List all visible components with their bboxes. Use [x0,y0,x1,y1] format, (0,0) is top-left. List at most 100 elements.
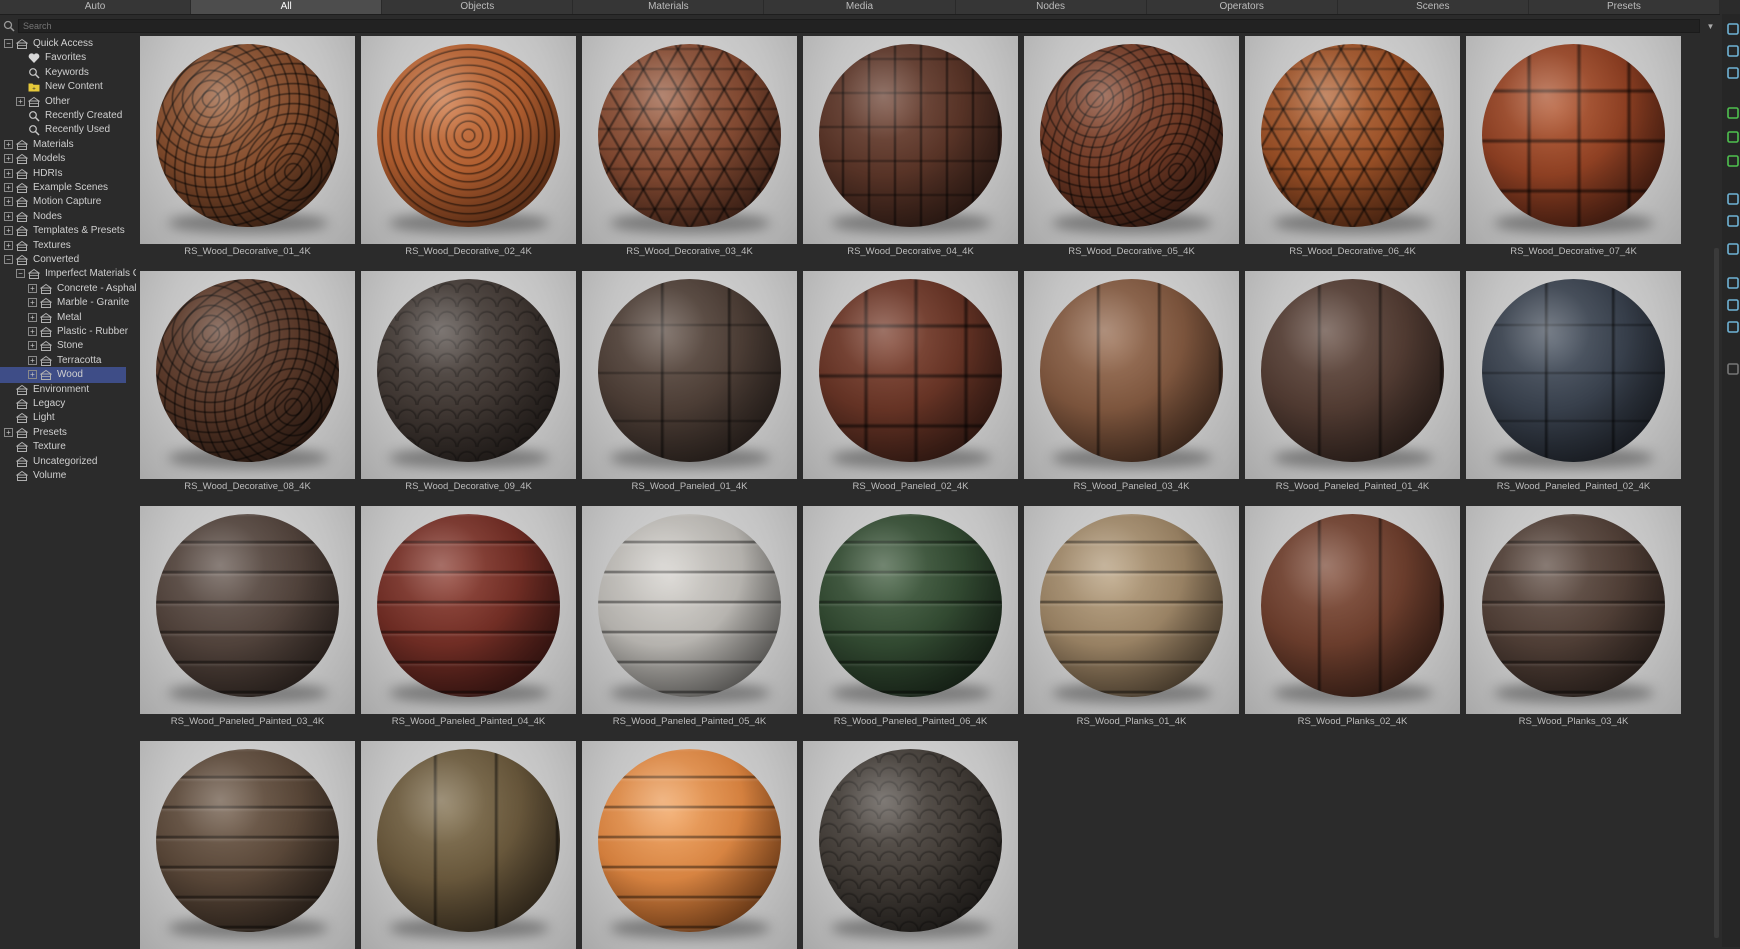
expand-icon[interactable]: + [4,168,13,178]
material-preview[interactable] [803,271,1018,479]
material-preview[interactable] [1466,271,1681,479]
library-icon [39,340,53,352]
pen-icon[interactable] [1726,192,1740,206]
frame-icon[interactable] [1726,214,1740,228]
material-preview[interactable] [582,36,797,244]
expand-icon[interactable]: + [28,327,37,336]
collapse-icon[interactable]: − [16,269,25,279]
expand-icon[interactable]: + [4,139,13,149]
material-sphere [819,279,1002,462]
expand-icon[interactable]: + [4,211,13,221]
material-preview[interactable] [361,741,576,949]
search-icon[interactable] [3,20,15,32]
material-sphere [1482,514,1665,697]
material-sphere [819,44,1002,227]
circle-icon[interactable] [1726,362,1740,376]
material-name: RS_Wood_Decorative_07_4K [1510,246,1637,257]
text-icon[interactable] [1726,66,1740,80]
collapse-icon[interactable]: − [4,255,13,264]
expand-icon[interactable]: + [4,427,13,437]
expand-icon[interactable]: + [28,355,37,365]
expand-icon[interactable]: + [28,370,37,380]
library-icon [27,268,41,280]
expand-icon[interactable]: + [4,240,13,250]
tab-nodes[interactable]: Nodes [956,0,1147,14]
library-icon [39,312,53,324]
material-sphere [156,44,339,227]
expand-icon[interactable]: + [4,154,13,164]
material-preview[interactable] [361,271,576,479]
ring-icon[interactable] [1726,276,1740,290]
material-preview[interactable] [803,741,1018,949]
library-icon [15,139,29,151]
material-preview[interactable] [140,741,355,949]
expand-icon[interactable]: + [28,298,37,308]
material-preview[interactable] [1466,506,1681,714]
cube-icon[interactable] [1726,22,1740,36]
material-preview[interactable] [140,36,355,244]
library-icon [15,254,29,266]
material-sphere [1040,279,1223,462]
sphere-shading [156,44,339,227]
tab-media[interactable]: Media [764,0,956,14]
gear-icon[interactable] [1726,154,1740,168]
material-preview[interactable] [1245,271,1460,479]
sun-icon[interactable] [1726,106,1740,120]
material-preview[interactable] [1245,506,1460,714]
collapse-icon[interactable]: − [4,39,13,48]
expand-icon[interactable]: + [16,96,25,106]
expand-icon[interactable]: + [4,226,13,236]
tab-presets[interactable]: Presets [1529,0,1720,14]
library-icon [15,225,29,237]
expand-icon[interactable]: + [4,197,13,207]
material-preview[interactable] [361,36,576,244]
material-preview[interactable] [140,271,355,479]
search-input[interactable] [18,19,1700,33]
tab-auto[interactable]: Auto [0,0,192,14]
material-preview[interactable] [803,36,1018,244]
expand-icon[interactable]: + [28,283,37,293]
material-preview[interactable] [1024,506,1239,714]
tab-scenes[interactable]: Scenes [1338,0,1529,14]
material-preview[interactable] [803,506,1018,714]
material-name: RS_Wood_Decorative_05_4K [1068,246,1195,257]
sphere-shading [819,749,1002,932]
library-icon [39,355,53,367]
expand-icon[interactable]: + [28,312,37,322]
material-sphere [377,514,560,697]
material-name: RS_Wood_Decorative_02_4K [405,246,532,257]
tab-all[interactable]: All [191,0,383,14]
material-preview[interactable] [1466,36,1681,244]
camera-icon[interactable] [1726,298,1740,312]
link-icon[interactable] [1726,242,1740,256]
material-preview[interactable] [1024,36,1239,244]
material-preview[interactable] [1024,271,1239,479]
grid-scrollbar[interactable] [1714,248,1719,938]
material-preview[interactable] [582,506,797,714]
monitor-icon[interactable] [1726,320,1740,334]
chevron-down-icon[interactable]: ▼ [1704,21,1717,32]
material-preview[interactable] [361,506,576,714]
material-preview[interactable] [582,741,797,949]
material-preview[interactable] [140,506,355,714]
material-sphere [1261,44,1444,227]
tab-operators[interactable]: Operators [1147,0,1338,14]
material-preview[interactable] [1245,36,1460,244]
expand-icon[interactable]: + [4,183,13,192]
material-sphere [156,279,339,462]
sphere-shading [377,514,560,697]
tree-item-volume[interactable]: Volume [0,468,136,484]
library-icon [15,398,29,410]
box-icon[interactable] [1726,44,1740,58]
tab-objects[interactable]: Objects [382,0,574,14]
tab-materials[interactable]: Materials [573,0,765,14]
material-sphere [598,279,781,462]
library-icon [15,384,29,396]
material-preview[interactable] [582,271,797,479]
material-name: RS_Wood_Paneled_Painted_05_4K [612,716,767,727]
material-name: RS_Wood_Paneled_Painted_02_4K [1496,481,1651,492]
tree-icon[interactable] [1726,130,1740,144]
expand-icon[interactable]: + [28,341,37,351]
library-icon [15,427,29,439]
sphere-shading [1482,44,1665,227]
